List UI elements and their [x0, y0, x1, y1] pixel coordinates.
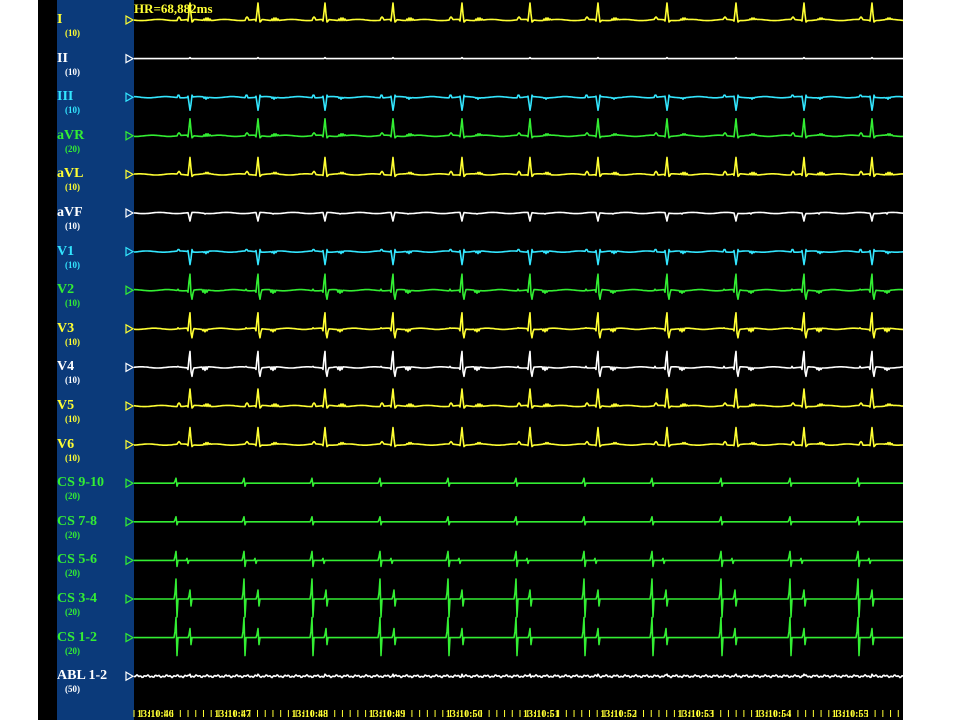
trace-cs-9-10 — [134, 477, 903, 487]
channel-gain: (10) — [65, 105, 80, 116]
channel-marker-icon — [125, 439, 135, 450]
channel-marker-icon — [125, 632, 135, 643]
channel-marker-icon — [125, 516, 135, 527]
time-label: 13:10:46 — [137, 709, 174, 720]
channel-label-cs-3-4: CS 3-4 — [57, 591, 98, 606]
channel-label-iii: III — [57, 89, 74, 105]
trace-iii — [133, 94, 903, 111]
trace-v5 — [133, 388, 903, 409]
channel-label-cs-7-8: CS 7-8 — [57, 513, 98, 529]
trace-v1 — [134, 248, 903, 266]
trace-avl — [133, 156, 903, 178]
time-label: 13:10:54 — [755, 709, 792, 720]
trace-v4 — [133, 350, 903, 378]
ecg-traces: 13:10:46 13:10:47 13:10:48 13:10:49 13:10:50… — [125, 2, 903, 720]
trace-v6 — [134, 426, 903, 448]
left-border-bar — [38, 0, 57, 720]
trace-v3 — [134, 312, 903, 339]
channel-gain: (10) — [65, 28, 80, 38]
time-label: 13:10:49 — [369, 709, 406, 720]
channel-marker-icon — [125, 92, 135, 103]
channel-gain: (20) — [65, 143, 80, 154]
channel-gain: (10) — [65, 66, 80, 77]
time-label: 13:10:53 — [677, 709, 714, 720]
channel-gain: (10) — [65, 414, 80, 424]
channel-label-avr: aVR — [57, 127, 85, 143]
channel-label-v3: V3 — [57, 320, 75, 336]
channel-marker-icon — [125, 323, 135, 334]
channel-gain: (50) — [65, 684, 80, 695]
channel-gain: (20) — [65, 491, 80, 502]
channel-label-cs-1-2: CS 1-2 — [57, 629, 98, 645]
channel-marker-icon — [125, 362, 135, 373]
channel-gain: (10) — [65, 452, 80, 463]
channel-label-cs-9-10: CS 9-10 — [57, 475, 105, 491]
channel-marker-icon — [125, 53, 135, 64]
trace-cs-1-2 — [134, 616, 903, 657]
channel-gain: (10) — [65, 182, 80, 193]
channel-label-avf: aVF — [57, 205, 83, 220]
time-label: 13:10:47 — [214, 709, 251, 720]
channel-label-i: I — [57, 12, 63, 27]
time-label: 13:10:55 — [832, 709, 869, 720]
channel-label-ii: II — [57, 50, 68, 66]
trace-v2 — [134, 273, 903, 300]
channel-label-v5: V5 — [57, 398, 75, 413]
trace-cs-7-8 — [134, 516, 903, 526]
trace-ii — [134, 56, 903, 60]
trace-i — [133, 2, 903, 23]
channel-label-v2: V2 — [57, 282, 75, 298]
heart-rate-readout: HR=68,882ms — [134, 1, 213, 16]
time-label: 13:10:51 — [523, 709, 560, 720]
channel-marker-icon — [125, 593, 135, 605]
channel-gain: (20) — [65, 645, 80, 656]
channel-marker-icon — [125, 285, 135, 296]
channel-label-cs-5-6: CS 5-6 — [57, 552, 98, 568]
time-label: 13:10:50 — [446, 709, 483, 720]
time-label: 13:10:48 — [291, 709, 328, 720]
channel-marker-icon — [125, 478, 135, 489]
channel-label-avl: aVL — [57, 166, 84, 182]
channel-marker-icon — [125, 246, 135, 257]
channel-gain: (20) — [65, 607, 80, 617]
trace-abl-1-2 — [133, 673, 903, 679]
channel-gain: (10) — [65, 375, 80, 386]
trace-avf — [133, 211, 903, 222]
channel-marker-icon — [125, 671, 135, 682]
channel-label-v1: V1 — [57, 243, 75, 259]
channel-gain: (20) — [65, 529, 80, 540]
channel-gain: (10) — [65, 259, 80, 270]
trace-avr — [134, 118, 903, 139]
right-margin — [903, 0, 960, 720]
channel-marker-icon — [125, 130, 135, 141]
trace-cs-5-6 — [134, 550, 903, 568]
channel-marker-icon — [125, 555, 135, 566]
time-label: 13:10:52 — [600, 709, 637, 720]
channel-gain: (10) — [65, 298, 80, 309]
channel-label-v6: V6 — [57, 436, 75, 452]
channel-label-abl-1-2: ABL 1-2 — [57, 668, 108, 684]
channel-gain: (10) — [65, 336, 80, 347]
trace-cs-3-4 — [134, 578, 903, 618]
channel-marker-icon — [125, 169, 135, 180]
channel-gain: (10) — [65, 221, 80, 231]
channel-label-v4: V4 — [57, 359, 75, 375]
channel-gain: (20) — [65, 568, 80, 579]
channel-marker-icon — [125, 400, 135, 412]
channel-marker-icon — [125, 207, 135, 219]
channel-marker-icon — [125, 14, 135, 26]
